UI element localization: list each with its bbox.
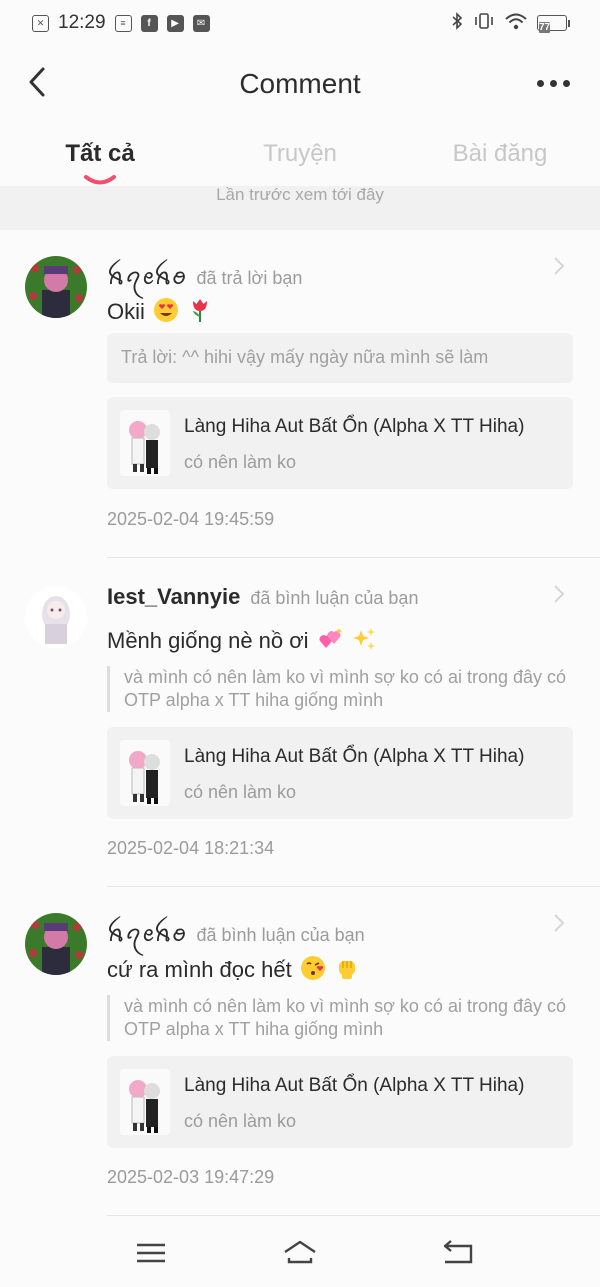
story-comment: có nên làm ko bbox=[184, 452, 297, 472]
chevron-right-icon[interactable] bbox=[552, 256, 566, 276]
mail-icon: ✉ bbox=[192, 14, 210, 32]
tab-posts[interactable]: Bài đăng bbox=[400, 140, 600, 168]
avatar[interactable] bbox=[25, 256, 87, 318]
tab-bar: Tất cả Truyện Bài đăng bbox=[0, 130, 600, 190]
username[interactable]: ꫝꪖꫀꫝꪮ đã bình luận của bạn bbox=[107, 913, 365, 959]
comment-body: Okii bbox=[107, 299, 145, 324]
home-icon[interactable] bbox=[283, 1238, 317, 1268]
comment-body: cứ ra mình đọc hết bbox=[107, 957, 292, 982]
action-text: đã bình luận của bạn bbox=[196, 925, 365, 945]
status-time: 12:29 bbox=[58, 12, 106, 33]
back-nav-icon[interactable] bbox=[441, 1238, 475, 1268]
divider bbox=[107, 886, 600, 887]
wifi-icon bbox=[505, 12, 527, 35]
fist-emoji-icon bbox=[338, 961, 355, 979]
more-options-button[interactable] bbox=[537, 80, 570, 87]
more-dot-icon bbox=[537, 80, 544, 87]
avatar[interactable] bbox=[25, 913, 87, 975]
battery-level: 77 bbox=[539, 22, 551, 33]
sparkles-emoji-icon bbox=[352, 628, 375, 650]
story-card[interactable]: Làng Hiha Aut Bất Ổn (Alpha X TT Hiha) c… bbox=[107, 1056, 573, 1148]
comment-text: Okii bbox=[107, 297, 213, 325]
action-text: đã bình luận của bạn bbox=[250, 588, 419, 608]
tab-all[interactable]: Tất cả bbox=[0, 140, 200, 168]
kissing-heart-emoji-icon bbox=[300, 956, 325, 980]
quoted-comment: và mình có nên làm ko vì mình sợ ko có a… bbox=[107, 995, 567, 1041]
username-text[interactable]: Iest_Vannyie bbox=[107, 584, 240, 609]
story-comment: có nên làm ko bbox=[184, 782, 297, 802]
bluetooth-icon bbox=[451, 11, 463, 35]
story-card[interactable]: Làng Hiha Aut Bất Ổn (Alpha X TT Hiha) c… bbox=[107, 397, 573, 489]
heart-eyes-emoji-icon bbox=[154, 298, 179, 322]
username[interactable]: Iest_Vannyie đã bình luận của bạn bbox=[107, 584, 418, 610]
timestamp: 2025-02-03 19:47:29 bbox=[107, 1167, 275, 1187]
vibrate-icon bbox=[473, 12, 495, 35]
screenshot-icon: ✕ bbox=[32, 14, 49, 32]
more-dot-icon bbox=[550, 80, 557, 87]
story-comment: có nên làm ko bbox=[184, 1111, 297, 1131]
timestamp: 2025-02-04 19:45:59 bbox=[107, 509, 275, 529]
divider bbox=[107, 1215, 600, 1216]
story-title: Làng Hiha Aut Bất Ổn (Alpha X TT Hiha) bbox=[184, 416, 525, 437]
battery-icon: 77 bbox=[537, 15, 570, 33]
story-thumbnail bbox=[120, 740, 170, 806]
username[interactable]: ꫝꪖꫀꫝꪮ đã trả lời bạn bbox=[107, 256, 302, 302]
tulip-emoji-icon bbox=[193, 299, 208, 322]
sparkling-heart-emoji-icon bbox=[319, 628, 342, 648]
username-text[interactable]: ꫝꪖꫀꫝꪮ bbox=[107, 921, 187, 946]
story-card[interactable]: Làng Hiha Aut Bất Ổn (Alpha X TT Hiha) c… bbox=[107, 727, 573, 819]
reply-quote: Trả lời: ^^ hihi vậy mấy ngày nữa mình s… bbox=[107, 333, 573, 383]
avatar[interactable] bbox=[25, 586, 87, 648]
username-text[interactable]: ꫝꪖꫀꫝꪮ bbox=[107, 264, 187, 289]
divider bbox=[107, 557, 600, 558]
story-thumbnail bbox=[120, 1069, 170, 1135]
story-title: Làng Hiha Aut Bất Ổn (Alpha X TT Hiha) bbox=[184, 746, 525, 767]
comment-text: Mềnh giống nè nồ ơi bbox=[107, 626, 377, 654]
chevron-right-icon[interactable] bbox=[552, 913, 566, 933]
last-viewed-text: Lần trước xem tới đây bbox=[216, 186, 384, 204]
menu-icon[interactable] bbox=[134, 1238, 168, 1268]
comment-body: Mềnh giống nè nồ ơi bbox=[107, 628, 309, 653]
tab-stories[interactable]: Truyện bbox=[200, 140, 400, 168]
status-bar: ✕ 12:29 ≡ f ▶ ✉ 77 bbox=[0, 0, 600, 46]
story-thumbnail bbox=[120, 410, 170, 476]
system-nav-bar bbox=[0, 1220, 600, 1287]
app-notification-icon: ≡ bbox=[114, 14, 132, 32]
last-viewed-marker: Lần trước xem tới đây bbox=[0, 186, 600, 230]
timestamp: 2025-02-04 18:21:34 bbox=[107, 838, 275, 858]
comment-text: cứ ra mình đọc hết bbox=[107, 955, 360, 983]
page-title: Comment bbox=[239, 68, 361, 99]
youtube-icon: ▶ bbox=[166, 14, 184, 32]
action-text: đã trả lời bạn bbox=[196, 268, 303, 288]
more-dot-icon bbox=[563, 80, 570, 87]
chevron-right-icon[interactable] bbox=[552, 584, 566, 604]
facebook-icon: f bbox=[140, 14, 158, 32]
header: Comment bbox=[0, 52, 600, 116]
story-title: Làng Hiha Aut Bất Ổn (Alpha X TT Hiha) bbox=[184, 1075, 525, 1096]
active-tab-indicator bbox=[84, 175, 116, 185]
quoted-comment: và mình có nên làm ko vì mình sợ ko có a… bbox=[107, 666, 567, 712]
